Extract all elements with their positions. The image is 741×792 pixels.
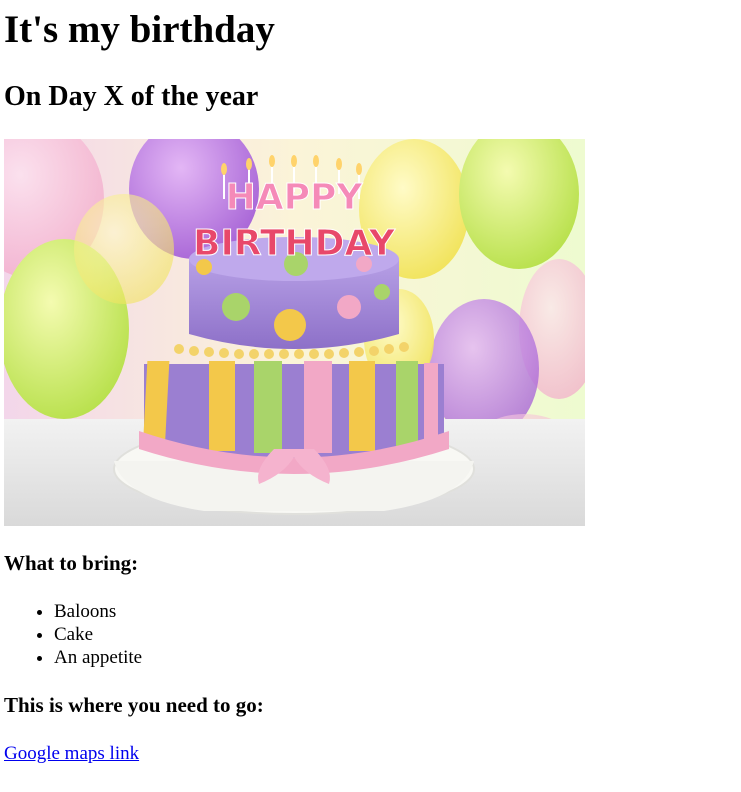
birthday-candle-text: BIRTHDAY — [193, 223, 396, 264]
list-item: Baloons — [54, 600, 142, 623]
list-item: An appetite — [54, 646, 142, 669]
what-to-bring-heading: What to bring: — [4, 551, 139, 575]
page-subtitle: On Day X of the year — [4, 81, 259, 112]
google-maps-link[interactable]: Google maps link — [4, 742, 139, 766]
page-title: It's my birthday — [4, 8, 275, 51]
happy-candle-text: HAPPY — [226, 177, 364, 218]
list-item: Cake — [54, 623, 142, 646]
bring-list: Baloons Cake An appetite — [4, 600, 142, 669]
directions-heading: This is where you need to go: — [4, 693, 264, 717]
birthday-cake-image: HAPPY BIRTHDAY — [4, 139, 585, 526]
